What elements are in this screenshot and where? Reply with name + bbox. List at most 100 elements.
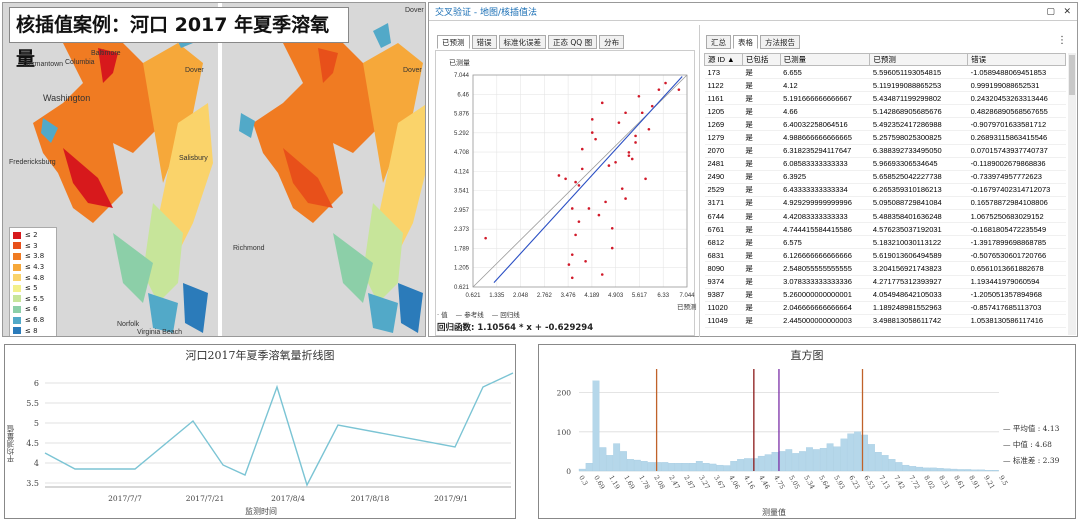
- table-cell: 是: [742, 301, 781, 315]
- histogram-bar: [654, 462, 662, 472]
- map-label: Virginia Beach: [137, 329, 183, 336]
- table-row[interactable]: 11020 是 2.046666666666664 1.189248981552963…: [704, 301, 1066, 315]
- tab-method-report[interactable]: 方法报告: [760, 35, 800, 49]
- table-cell: -0.733974957772623: [967, 170, 1066, 184]
- histogram-bar: [964, 469, 972, 472]
- histogram-bar: [929, 467, 937, 472]
- table-cell: 是: [742, 183, 781, 197]
- col-predicted[interactable]: 已预测: [869, 53, 969, 66]
- y-tick-label: 6.46: [457, 92, 469, 98]
- line-chart-xlabel: 监测时间: [245, 507, 277, 516]
- x-tick-label: 7.42: [892, 474, 906, 491]
- scatter-point: [637, 94, 641, 98]
- x-tick-label: 2017/8/18: [351, 494, 390, 503]
- table-row[interactable]: 6744 是 4.42083333333333 5.488358401636248 1.…: [704, 209, 1066, 224]
- y-tick-label: 5: [34, 419, 39, 428]
- tab-normal-qq[interactable]: 正态 QQ 图: [548, 35, 598, 49]
- scatter-point: [570, 207, 574, 210]
- table-row[interactable]: 1161 是 5.191666666666667 5.434871199299802 0…: [704, 91, 1066, 106]
- table-row[interactable]: 9387 是 5.260000000000001 4.054948642105033-…: [704, 288, 1066, 302]
- table-cell: 6.318235294117647: [780, 144, 870, 158]
- scatter-point: [577, 184, 581, 187]
- table-cell: 是: [742, 222, 781, 237]
- close-icon[interactable]: ✕: [1063, 7, 1071, 17]
- histogram-bar: [606, 455, 614, 472]
- histogram-bar: [799, 451, 806, 472]
- table-cell: 是: [742, 235, 781, 250]
- tab-standardized-error[interactable]: 标准化误差: [498, 35, 546, 49]
- table-row[interactable]: 6831 是 6.126666666666666 5.619013606494589-…: [704, 248, 1066, 263]
- legend-item: ≤ 2: [13, 230, 53, 241]
- histogram-bar: [792, 453, 800, 472]
- histogram-bar: [647, 462, 655, 472]
- table-cell: 173: [704, 65, 743, 80]
- table-cell: 1122: [704, 78, 743, 93]
- legend-item: ≤ 6: [13, 304, 53, 315]
- table-row[interactable]: 3171 是 4.929299999999996 5.095088729841084 0…: [704, 196, 1066, 211]
- histogram-bar: [868, 444, 875, 472]
- table-row[interactable]: 1122 是 4.12 5.119199088865253 0.999199088652…: [704, 78, 1066, 93]
- legend-item: ≤ 6.8: [13, 315, 53, 326]
- tab-table[interactable]: 表格: [733, 35, 758, 49]
- tab-predicted[interactable]: 已预测: [437, 35, 470, 49]
- left-tab-bar: 已预测 错误 标准化误差 正态 QQ 图 分布: [437, 35, 625, 49]
- table-row[interactable]: 2490 是 6.3925 5.658525042227738 -0.733974957…: [704, 170, 1066, 184]
- table-row[interactable]: 8090 是 2.548055555555555 3.204156921743823 0…: [704, 261, 1066, 276]
- legend-label: ≤ 8: [25, 326, 38, 335]
- tab-error[interactable]: 错误: [471, 35, 497, 49]
- table-row[interactable]: 6761 是 4.744415584415586 4.576235037192031-…: [704, 222, 1066, 237]
- x-tick-label: 8.91: [967, 474, 981, 491]
- col-measured[interactable]: 已测量: [779, 53, 871, 66]
- x-tick-label: 6.53: [862, 474, 876, 491]
- table-cell: 是: [742, 261, 781, 276]
- legend-swatch: [13, 316, 21, 324]
- table-row[interactable]: 1279 是 4.988666666666665 5.257598025300825 0…: [704, 130, 1066, 145]
- scatter-point: [600, 273, 604, 276]
- x-tick-label: 8.02: [922, 474, 936, 491]
- legend-item: ≤ 5.5: [13, 294, 53, 305]
- histogram-bar: [826, 443, 834, 472]
- table-cell: 0.6561013661882678: [967, 261, 1066, 276]
- maximize-icon[interactable]: ▢: [1046, 7, 1055, 17]
- table-cell: 5.257598025300825: [869, 130, 968, 145]
- table-row[interactable]: 1269 是 6.40032258064516 5.492352417286988 -0…: [704, 117, 1066, 132]
- x-tick-label: 1.335: [489, 293, 505, 299]
- histogram-bar: [723, 465, 731, 472]
- scatter-point: [677, 88, 681, 91]
- col-included[interactable]: 已包括: [741, 53, 781, 66]
- table-scrollbar[interactable]: [1068, 53, 1076, 335]
- table-cell: 2481: [704, 157, 743, 171]
- tab-summary[interactable]: 汇总: [706, 35, 731, 49]
- scatter-point: [570, 276, 574, 280]
- scatter-xlabel: 已预测: [677, 303, 697, 311]
- legend-label: ≤ 2: [25, 231, 38, 240]
- table-row[interactable]: 11049 是 2.445000000000003 3.498813058611742…: [704, 314, 1066, 328]
- histogram-bar: [599, 447, 607, 472]
- table-cell: 4.66: [780, 104, 870, 119]
- scatter-point: [484, 236, 487, 240]
- col-error[interactable]: 错误: [967, 53, 1066, 66]
- map-label: Dover: [405, 7, 424, 14]
- table-row[interactable]: 1205 是 4.66 5.142868905685676 0.482868905685…: [704, 104, 1066, 119]
- table-row[interactable]: 9374 是 3.078333333333336 4.271775312393927 1…: [704, 275, 1066, 289]
- histogram-bar: [806, 447, 813, 472]
- tab-distribution[interactable]: 分布: [599, 35, 625, 49]
- col-source-id[interactable]: 源 ID ▲: [704, 53, 743, 66]
- y-tick-label: 2.373: [454, 227, 470, 233]
- map-label: Norfolk: [117, 321, 140, 328]
- histogram-bar: [709, 463, 717, 472]
- table-row[interactable]: 173 是 6.655 5.596051193054815 -1.05894880694…: [704, 65, 1066, 80]
- table-row[interactable]: 2070 是 6.318235294117647 6.388392733495050 0…: [704, 144, 1066, 158]
- histogram-bar: [633, 459, 641, 472]
- stat-median: — 中值 : 4.68: [1003, 440, 1052, 449]
- x-tick-label: 5.05: [787, 474, 801, 491]
- table-cell: -1.0589488069451853: [967, 65, 1066, 80]
- histogram-bar: [675, 463, 683, 472]
- histogram-stats: — 平均值 : 4.13 — 中值 : 4.68 — 标准差 : 2.39: [1003, 421, 1059, 469]
- table-row[interactable]: 2529 是 6.43333333333334 6.265359310186213 -0…: [704, 183, 1066, 197]
- more-options-icon[interactable]: ⋮: [1057, 35, 1067, 46]
- x-tick-label: 1.19: [607, 474, 621, 491]
- table-row[interactable]: 2481 是 6.08583333333333 5.96693306534645 -0.…: [704, 157, 1066, 171]
- map-label: Dover: [403, 67, 422, 74]
- table-row[interactable]: 6812 是 6.575 5.183210030113122 -1.3917899698…: [704, 235, 1066, 250]
